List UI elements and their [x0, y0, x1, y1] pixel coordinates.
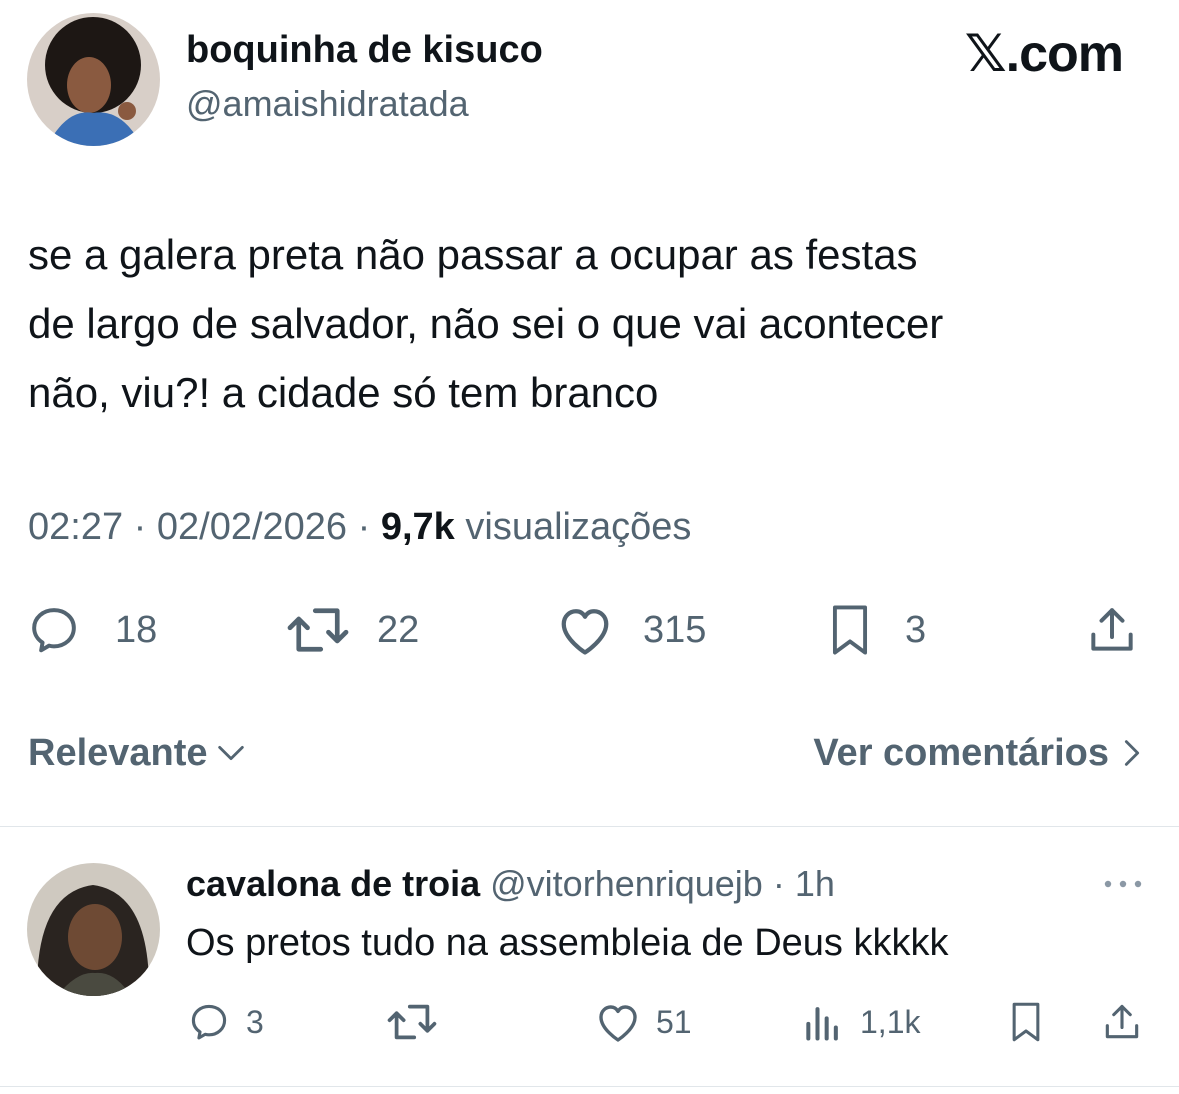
reply-time[interactable]: 1h	[795, 863, 835, 904]
brand-logo: 𝕏.com	[964, 25, 1124, 83]
views-count: 9,7k	[380, 506, 455, 548]
reply-reply-button[interactable]: 3	[186, 1000, 264, 1044]
view-comments-label: Ver comentários	[813, 731, 1109, 774]
reply-views-count: 1,1k	[860, 1003, 921, 1040]
sort-label: Relevante	[28, 731, 208, 774]
reply-header: cavalona de troia @vitorhenriquejb · 1h	[186, 862, 835, 906]
tweet-time[interactable]: 02:27	[28, 506, 123, 548]
bookmark-count: 3	[905, 608, 927, 651]
share-icon	[1098, 1000, 1146, 1044]
sort-dropdown[interactable]: Relevante	[28, 728, 248, 778]
views-label: visualizações	[465, 506, 692, 548]
more-options-button[interactable]	[1100, 866, 1146, 902]
reply-icon	[186, 1000, 232, 1044]
more-icon	[1100, 866, 1146, 902]
reply-like-button[interactable]: 51	[594, 1000, 692, 1044]
view-comments-link[interactable]: Ver comentários	[813, 728, 1145, 778]
tweet-text-line: não, viu?! a cidade só tem branco	[28, 369, 659, 416]
tweet-meta: 02:27 · 02/02/2026 · 9,7k visualizações	[28, 503, 691, 551]
chevron-down-icon	[214, 736, 248, 770]
analytics-icon	[800, 1000, 846, 1044]
reply-icon	[25, 602, 83, 658]
author-avatar[interactable]	[27, 13, 160, 146]
reply-like-count: 51	[656, 1003, 692, 1040]
bookmark-button[interactable]: 3	[823, 602, 926, 658]
like-button[interactable]: 315	[555, 602, 706, 658]
tweet-text-line: se a galera preta não passar a ocupar as…	[28, 231, 918, 278]
retweet-count: 22	[377, 608, 420, 651]
meta-separator: ·	[357, 506, 381, 548]
share-icon	[1082, 602, 1142, 658]
divider	[0, 1086, 1179, 1087]
reply-reply-count: 3	[246, 1003, 264, 1040]
bookmark-icon	[1003, 1000, 1049, 1044]
tweet-text-line: de largo de salvador, não sei o que vai …	[28, 300, 944, 347]
meta-separator: ·	[772, 863, 785, 904]
retweet-button[interactable]: 22	[285, 602, 419, 658]
reply-button[interactable]: 18	[25, 602, 157, 658]
meta-separator: ·	[133, 506, 157, 548]
author-name[interactable]: boquinha de kisuco	[186, 27, 543, 73]
retweet-icon	[285, 602, 351, 658]
reply-author-name[interactable]: cavalona de troia	[186, 863, 480, 904]
reply-text: Os pretos tudo na assembleia de Deus kkk…	[186, 922, 949, 964]
like-count: 315	[643, 608, 707, 651]
retweet-icon	[385, 1000, 439, 1044]
reply-author-handle[interactable]: @vitorhenriquejb	[490, 863, 763, 904]
heart-icon	[594, 1000, 642, 1044]
reply-bookmark-button[interactable]	[1003, 1000, 1049, 1044]
tweet-date[interactable]: 02/02/2026	[157, 506, 347, 548]
reply-share-button[interactable]	[1098, 1000, 1146, 1044]
reply-count: 18	[115, 608, 158, 651]
tweet-text: se a galera preta não passar a ocupar as…	[28, 220, 1158, 427]
heart-icon	[555, 602, 615, 658]
bookmark-icon	[823, 602, 877, 658]
reply-avatar[interactable]	[27, 863, 160, 996]
divider	[0, 826, 1179, 827]
author-handle[interactable]: @amaishidratada	[186, 82, 469, 126]
chevron-right-icon	[1119, 736, 1145, 770]
share-button[interactable]	[1082, 602, 1142, 658]
reply-retweet-button[interactable]	[385, 1000, 439, 1044]
reply-views-button[interactable]: 1,1k	[800, 1000, 920, 1044]
